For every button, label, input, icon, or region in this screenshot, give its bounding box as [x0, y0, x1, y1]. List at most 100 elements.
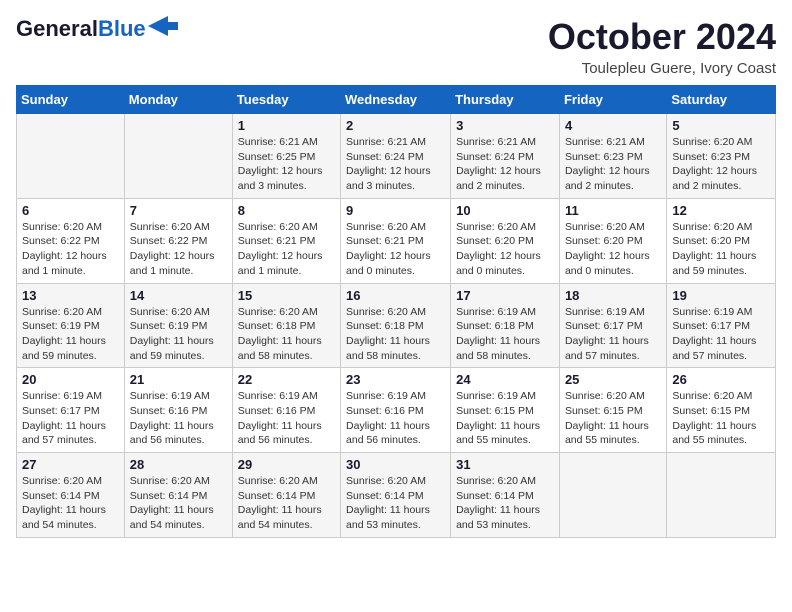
day-number: 17: [456, 288, 554, 303]
day-number: 16: [346, 288, 445, 303]
calendar-table: SundayMondayTuesdayWednesdayThursdayFrid…: [16, 85, 776, 538]
day-info: Sunrise: 6:19 AM Sunset: 6:15 PM Dayligh…: [456, 389, 554, 448]
calendar-cell: [124, 114, 232, 199]
day-of-week-header: Sunday: [17, 86, 125, 114]
day-info: Sunrise: 6:21 AM Sunset: 6:25 PM Dayligh…: [238, 135, 335, 194]
day-info: Sunrise: 6:21 AM Sunset: 6:23 PM Dayligh…: [565, 135, 661, 194]
day-number: 15: [238, 288, 335, 303]
day-number: 6: [22, 203, 119, 218]
location-subtitle: Toulepleu Guere, Ivory Coast: [548, 60, 776, 77]
day-of-week-header: Tuesday: [232, 86, 340, 114]
calendar-cell: [17, 114, 125, 199]
day-number: 13: [22, 288, 119, 303]
logo-general: General: [16, 16, 98, 42]
day-number: 14: [130, 288, 227, 303]
calendar-header-row: SundayMondayTuesdayWednesdayThursdayFrid…: [17, 86, 776, 114]
day-info: Sunrise: 6:20 AM Sunset: 6:20 PM Dayligh…: [456, 220, 554, 279]
calendar-cell: 11 Sunrise: 6:20 AM Sunset: 6:20 PM Dayli…: [559, 198, 666, 283]
calendar-cell: 13 Sunrise: 6:20 AM Sunset: 6:19 PM Dayli…: [17, 283, 125, 368]
day-of-week-header: Saturday: [667, 86, 776, 114]
day-number: 10: [456, 203, 554, 218]
logo: General Blue: [16, 16, 178, 42]
day-info: Sunrise: 6:20 AM Sunset: 6:14 PM Dayligh…: [238, 474, 335, 533]
calendar-cell: 17 Sunrise: 6:19 AM Sunset: 6:18 PM Dayli…: [451, 283, 560, 368]
day-info: Sunrise: 6:20 AM Sunset: 6:22 PM Dayligh…: [130, 220, 227, 279]
calendar-cell: 30 Sunrise: 6:20 AM Sunset: 6:14 PM Dayli…: [341, 453, 451, 538]
day-info: Sunrise: 6:21 AM Sunset: 6:24 PM Dayligh…: [456, 135, 554, 194]
logo-arrow-icon: [148, 16, 178, 36]
day-number: 27: [22, 457, 119, 472]
calendar-cell: 8 Sunrise: 6:20 AM Sunset: 6:21 PM Daylig…: [232, 198, 340, 283]
calendar-cell: 1 Sunrise: 6:21 AM Sunset: 6:25 PM Daylig…: [232, 114, 340, 199]
calendar-cell: 22 Sunrise: 6:19 AM Sunset: 6:16 PM Dayli…: [232, 368, 340, 453]
day-info: Sunrise: 6:21 AM Sunset: 6:24 PM Dayligh…: [346, 135, 445, 194]
calendar-cell: 5 Sunrise: 6:20 AM Sunset: 6:23 PM Daylig…: [667, 114, 776, 199]
calendar-cell: 2 Sunrise: 6:21 AM Sunset: 6:24 PM Daylig…: [341, 114, 451, 199]
logo-blue: Blue: [98, 16, 146, 42]
day-info: Sunrise: 6:20 AM Sunset: 6:14 PM Dayligh…: [130, 474, 227, 533]
calendar-cell: 23Sunrise: 6:19 AM Sunset: 6:16 PM Dayli…: [341, 368, 451, 453]
day-info: Sunrise: 6:20 AM Sunset: 6:20 PM Dayligh…: [672, 220, 770, 279]
day-info: Sunrise: 6:19 AM Sunset: 6:16 PM Dayligh…: [238, 389, 335, 448]
calendar-cell: 24 Sunrise: 6:19 AM Sunset: 6:15 PM Dayli…: [451, 368, 560, 453]
calendar-week-row: 13 Sunrise: 6:20 AM Sunset: 6:19 PM Dayli…: [17, 283, 776, 368]
day-number: 30: [346, 457, 445, 472]
calendar-cell: 18 Sunrise: 6:19 AM Sunset: 6:17 PM Dayli…: [559, 283, 666, 368]
day-info: Sunrise: 6:20 AM Sunset: 6:14 PM Dayligh…: [346, 474, 445, 533]
day-number: 9: [346, 203, 445, 218]
day-of-week-header: Thursday: [451, 86, 560, 114]
day-info: Sunrise: 6:20 AM Sunset: 6:21 PM Dayligh…: [238, 220, 335, 279]
calendar-week-row: 27 Sunrise: 6:20 AM Sunset: 6:14 PM Dayli…: [17, 453, 776, 538]
title-block: October 2024 Toulepleu Guere, Ivory Coas…: [548, 16, 776, 77]
day-number: 24: [456, 372, 554, 387]
calendar-cell: 27Sunrise: 6:20 AM Sunset: 6:14 PM Dayli…: [17, 453, 125, 538]
day-info: Sunrise: 6:20 AM Sunset: 6:20 PM Dayligh…: [565, 220, 661, 279]
day-number: 4: [565, 118, 661, 133]
day-number: 2: [346, 118, 445, 133]
day-number: 3: [456, 118, 554, 133]
day-info: Sunrise: 6:19 AM Sunset: 6:16 PM Dayligh…: [130, 389, 227, 448]
day-info: Sunrise: 6:19 AM Sunset: 6:17 PM Dayligh…: [565, 305, 661, 364]
day-number: 21: [130, 372, 227, 387]
day-number: 31: [456, 457, 554, 472]
day-number: 20: [22, 372, 119, 387]
day-info: Sunrise: 6:19 AM Sunset: 6:17 PM Dayligh…: [22, 389, 119, 448]
day-info: Sunrise: 6:20 AM Sunset: 6:21 PM Dayligh…: [346, 220, 445, 279]
day-of-week-header: Friday: [559, 86, 666, 114]
day-number: 29: [238, 457, 335, 472]
calendar-cell: [667, 453, 776, 538]
day-info: Sunrise: 6:19 AM Sunset: 6:17 PM Dayligh…: [672, 305, 770, 364]
calendar-cell: 16Sunrise: 6:20 AM Sunset: 6:18 PM Dayli…: [341, 283, 451, 368]
day-number: 5: [672, 118, 770, 133]
calendar-cell: [559, 453, 666, 538]
day-info: Sunrise: 6:20 AM Sunset: 6:15 PM Dayligh…: [672, 389, 770, 448]
day-number: 1: [238, 118, 335, 133]
day-info: Sunrise: 6:19 AM Sunset: 6:18 PM Dayligh…: [456, 305, 554, 364]
day-number: 25: [565, 372, 661, 387]
day-info: Sunrise: 6:19 AM Sunset: 6:16 PM Dayligh…: [346, 389, 445, 448]
calendar-cell: 14Sunrise: 6:20 AM Sunset: 6:19 PM Dayli…: [124, 283, 232, 368]
day-number: 22: [238, 372, 335, 387]
day-number: 11: [565, 203, 661, 218]
page-header: General Blue October 2024 Toulepleu Guer…: [16, 16, 776, 77]
day-number: 26: [672, 372, 770, 387]
day-info: Sunrise: 6:20 AM Sunset: 6:15 PM Dayligh…: [565, 389, 661, 448]
calendar-week-row: 6 Sunrise: 6:20 AM Sunset: 6:22 PM Daylig…: [17, 198, 776, 283]
day-info: Sunrise: 6:20 AM Sunset: 6:18 PM Dayligh…: [238, 305, 335, 364]
day-info: Sunrise: 6:20 AM Sunset: 6:22 PM Dayligh…: [22, 220, 119, 279]
day-of-week-header: Monday: [124, 86, 232, 114]
calendar-cell: 7 Sunrise: 6:20 AM Sunset: 6:22 PM Daylig…: [124, 198, 232, 283]
day-number: 7: [130, 203, 227, 218]
day-number: 18: [565, 288, 661, 303]
calendar-week-row: 1 Sunrise: 6:21 AM Sunset: 6:25 PM Daylig…: [17, 114, 776, 199]
calendar-cell: 31Sunrise: 6:20 AM Sunset: 6:14 PM Dayli…: [451, 453, 560, 538]
day-info: Sunrise: 6:20 AM Sunset: 6:23 PM Dayligh…: [672, 135, 770, 194]
calendar-cell: 15 Sunrise: 6:20 AM Sunset: 6:18 PM Dayli…: [232, 283, 340, 368]
calendar-cell: 28 Sunrise: 6:20 AM Sunset: 6:14 PM Dayli…: [124, 453, 232, 538]
calendar-cell: 12Sunrise: 6:20 AM Sunset: 6:20 PM Dayli…: [667, 198, 776, 283]
day-number: 28: [130, 457, 227, 472]
calendar-cell: 25 Sunrise: 6:20 AM Sunset: 6:15 PM Dayli…: [559, 368, 666, 453]
day-number: 8: [238, 203, 335, 218]
day-info: Sunrise: 6:20 AM Sunset: 6:19 PM Dayligh…: [22, 305, 119, 364]
calendar-cell: 6 Sunrise: 6:20 AM Sunset: 6:22 PM Daylig…: [17, 198, 125, 283]
